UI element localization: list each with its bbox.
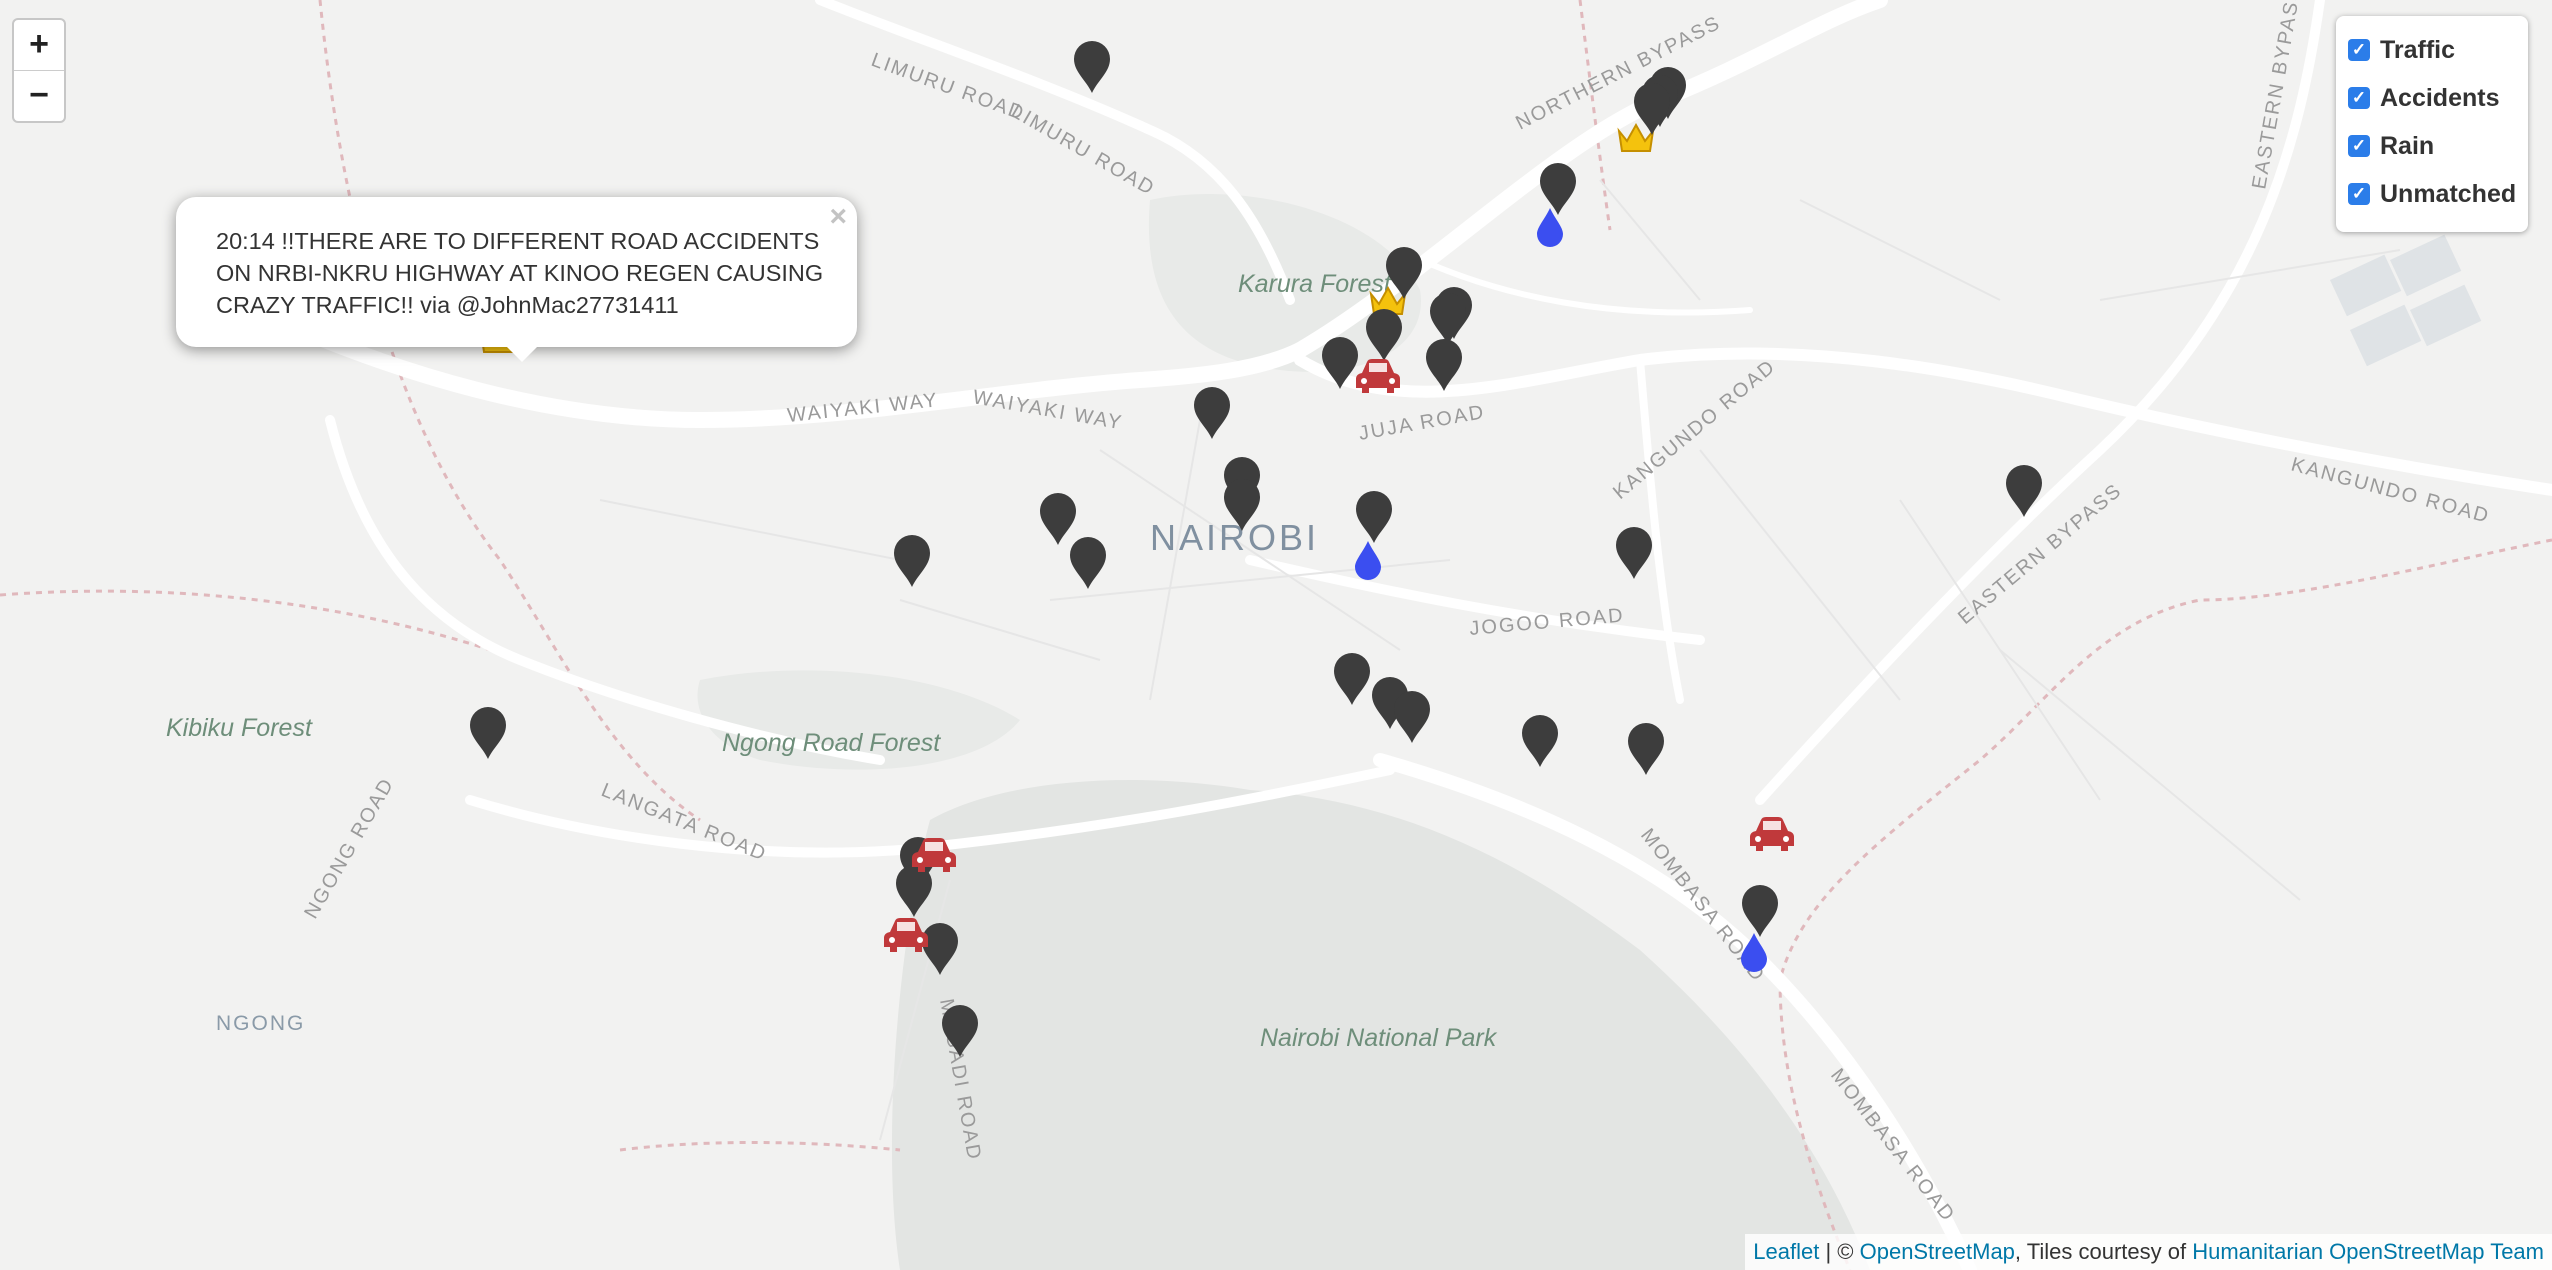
layer-label: Traffic	[2380, 35, 2456, 64]
accident-marker[interactable]	[882, 916, 930, 959]
popup-text: 20:14 !!THERE ARE TO DIFFERENT ROAD ACCI…	[216, 228, 824, 318]
zoom-out-button[interactable]: −	[14, 70, 64, 121]
osm-link[interactable]: OpenStreetMap	[1860, 1239, 2015, 1264]
map-label: MOMBASA ROAD	[1826, 1065, 1959, 1227]
unmatched-marker[interactable]	[1626, 722, 1666, 781]
layer-label: Rain	[2380, 131, 2435, 160]
boundary-line	[619, 1141, 901, 1152]
leaflet-link[interactable]: Leaflet	[1753, 1239, 1819, 1264]
attribution: Leaflet | © OpenStreetMap, Tiles courtes…	[1745, 1234, 2552, 1270]
accident-marker[interactable]	[1748, 815, 1796, 858]
unmatched-marker[interactable]	[1632, 82, 1672, 141]
layer-label: Accidents	[2380, 83, 2500, 112]
accident-marker[interactable]	[1354, 357, 1402, 400]
unmatched-marker[interactable]	[1192, 386, 1232, 445]
unmatched-marker[interactable]	[1520, 714, 1560, 773]
layer-label: Unmatched	[2380, 179, 2517, 208]
checkbox-checked-icon[interactable]: ✓	[2348, 39, 2370, 61]
map-label: JUJA ROAD	[1357, 401, 1487, 445]
unmatched-marker[interactable]	[1332, 652, 1372, 711]
map-label: Nairobi National Park	[1260, 1024, 1498, 1052]
map[interactable]: LIMURU ROAD LIMURU ROAD NORTHERN BYPASS …	[0, 0, 2552, 1270]
map-label: NGONG ROAD	[300, 774, 399, 923]
map-label: NGONG	[216, 1012, 305, 1035]
layer-toggle-traffic[interactable]: ✓ Traffic	[2348, 26, 2528, 74]
juja-road	[1294, 347, 2552, 496]
map-label: EASTERN BYPASS	[2248, 0, 2306, 191]
unmatched-marker[interactable]	[1392, 690, 1432, 749]
map-label: LIMURU ROAD	[868, 49, 1028, 125]
close-icon[interactable]: ×	[829, 201, 847, 233]
boundary-line	[1578, 0, 1612, 231]
map-label: LANGATA ROAD	[598, 779, 770, 866]
rain-marker[interactable]	[1739, 932, 1769, 977]
rain-marker[interactable]	[1353, 540, 1383, 585]
accident-marker[interactable]	[910, 836, 958, 879]
unmatched-marker[interactable]	[1384, 246, 1424, 305]
popup-tip	[505, 345, 539, 362]
eastern-bypass-road	[1755, 0, 2325, 805]
unmatched-marker[interactable]	[1424, 338, 1464, 397]
marker-popup: × 20:14 !!THERE ARE TO DIFFERENT ROAD AC…	[176, 197, 857, 347]
map-label: WAIYAKI WAY	[786, 389, 939, 427]
zoom-control: + −	[12, 18, 66, 123]
attribution-separator: | ©	[1819, 1239, 1860, 1264]
unmatched-marker[interactable]	[468, 706, 508, 765]
unmatched-marker[interactable]	[940, 1004, 980, 1063]
rain-marker[interactable]	[1535, 207, 1565, 252]
basemap: LIMURU ROAD LIMURU ROAD NORTHERN BYPASS …	[0, 0, 2552, 1270]
unmatched-marker[interactable]	[2004, 464, 2044, 523]
map-label: Kibiku Forest	[166, 714, 313, 742]
layer-toggle-accidents[interactable]: ✓ Accidents	[2348, 74, 2528, 122]
layer-toggle-rain[interactable]: ✓ Rain	[2348, 122, 2528, 170]
unmatched-marker[interactable]	[1068, 536, 1108, 595]
boundary-line	[0, 589, 521, 662]
map-label: KANGUNDO ROAD	[1609, 355, 1780, 504]
checkbox-checked-icon[interactable]: ✓	[2348, 183, 2370, 205]
unmatched-marker[interactable]	[1614, 526, 1654, 585]
checkbox-checked-icon[interactable]: ✓	[2348, 135, 2370, 157]
attribution-text: , Tiles courtesy of	[2014, 1239, 2193, 1264]
map-label: Ngong Road Forest	[722, 729, 941, 757]
unmatched-marker[interactable]	[892, 534, 932, 593]
map-label: LIMURU ROAD	[1008, 100, 1159, 200]
hot-link[interactable]: Humanitarian OpenStreetMap Team	[2192, 1239, 2544, 1264]
layer-control: ✓ Traffic ✓ Accidents ✓ Rain ✓ Unmatched	[2336, 16, 2528, 232]
unmatched-marker[interactable]	[1072, 40, 1112, 99]
zoom-in-button[interactable]: +	[14, 20, 64, 70]
checkbox-checked-icon[interactable]: ✓	[2348, 87, 2370, 109]
unmatched-marker[interactable]	[1222, 478, 1262, 537]
layer-toggle-unmatched[interactable]: ✓ Unmatched	[2348, 170, 2528, 218]
